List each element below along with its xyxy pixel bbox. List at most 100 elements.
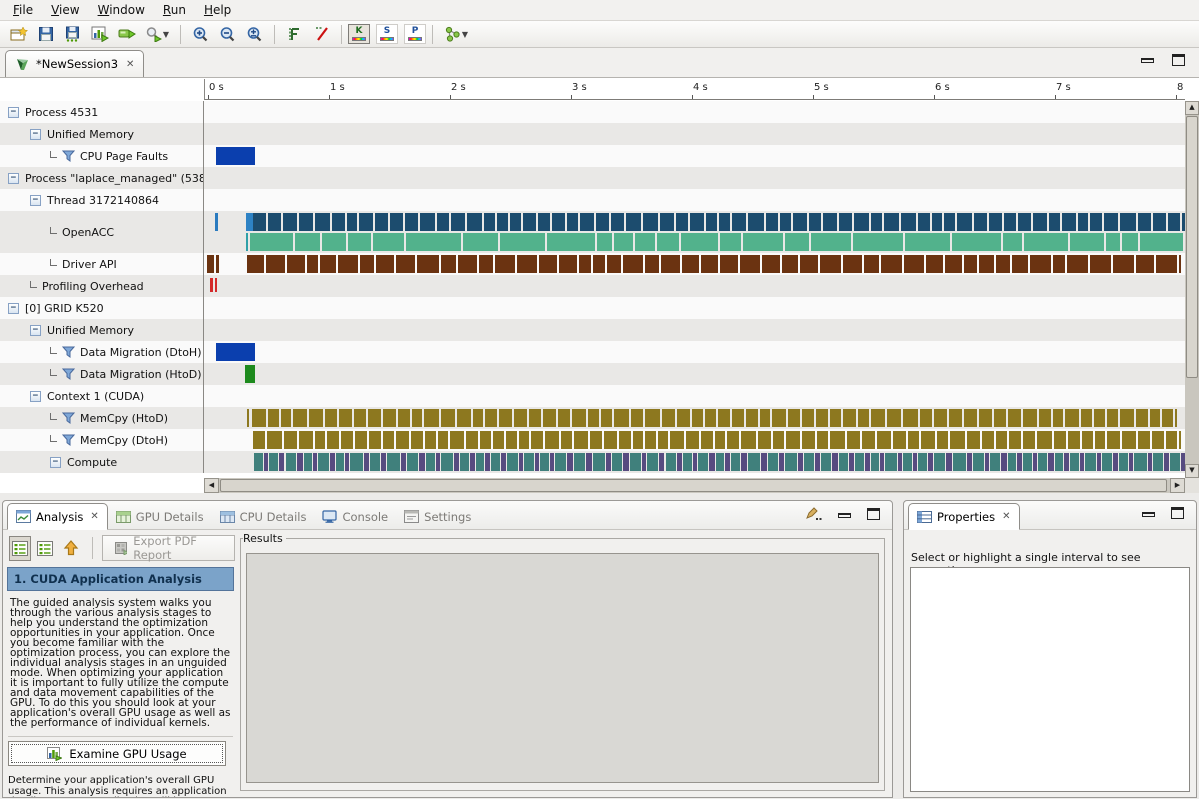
driver-api-interval[interactable] (307, 255, 318, 273)
save-all-button[interactable] (59, 22, 86, 46)
zoom-in-button[interactable] (187, 22, 214, 46)
compute-interval[interactable] (761, 453, 767, 471)
driver-api-interval[interactable] (396, 255, 416, 273)
compute-interval[interactable] (470, 453, 474, 471)
timeline-track-process-4531[interactable] (204, 101, 1185, 123)
openacc-interval[interactable] (1004, 213, 1016, 231)
memcpy-htod-interval[interactable] (816, 409, 828, 427)
memcpy-dtoh-interval[interactable] (701, 431, 713, 449)
openacc-interval[interactable] (720, 233, 741, 251)
menu-view[interactable]: View (42, 1, 88, 19)
compute-interval[interactable] (865, 453, 870, 471)
memcpy-htod-interval[interactable] (772, 409, 786, 427)
openacc-interval[interactable] (500, 233, 545, 251)
driver-api-interval[interactable] (996, 255, 1010, 273)
openacc-interval[interactable] (660, 213, 675, 231)
compute-interval[interactable] (804, 453, 814, 471)
compute-interval[interactable] (1023, 453, 1032, 471)
openacc-interval[interactable] (246, 233, 248, 251)
horizontal-scrollbar[interactable]: ◀ ▶ (204, 478, 1185, 493)
compute-interval[interactable] (716, 453, 724, 471)
tab-settings[interactable]: Settings (396, 504, 479, 529)
driver-api-interval[interactable] (1053, 255, 1066, 273)
compute-interval[interactable] (519, 453, 523, 471)
openacc-interval[interactable] (1070, 233, 1103, 251)
compute-interval[interactable] (540, 453, 549, 471)
memcpy-dtoh-interval[interactable] (383, 431, 393, 449)
openacc-interval[interactable] (420, 213, 435, 231)
compute-interval[interactable] (768, 453, 778, 471)
memcpy-htod-interval[interactable] (1081, 409, 1092, 427)
openacc-interval[interactable] (1049, 213, 1060, 231)
memcpy-dtoh-interval[interactable] (1122, 431, 1135, 449)
compute-interval[interactable] (1113, 453, 1118, 471)
compute-interval[interactable] (593, 453, 605, 471)
openacc-interval[interactable] (780, 213, 791, 231)
memcpy-dtoh-interval[interactable] (830, 431, 845, 449)
memcpy-dtoh-interval[interactable] (645, 431, 656, 449)
openacc-interval[interactable] (974, 213, 987, 231)
openacc-interval[interactable] (681, 233, 718, 251)
openacc-interval[interactable] (373, 233, 404, 251)
compute-interval[interactable] (880, 453, 884, 471)
compute-interval[interactable] (407, 453, 418, 471)
openacc-interval[interactable] (1140, 233, 1183, 251)
openacc-interval[interactable] (359, 213, 372, 231)
compute-interval[interactable] (269, 453, 278, 471)
collapse-toggle-icon[interactable]: − (8, 303, 19, 314)
compute-interval[interactable] (1097, 453, 1101, 471)
openacc-interval[interactable] (463, 233, 497, 251)
openacc-interval[interactable] (918, 213, 930, 231)
compute-interval[interactable] (1134, 453, 1147, 471)
timeline-row-label-unified-memory-gpu[interactable]: −Unified Memory (0, 319, 204, 341)
memcpy-htod-interval[interactable] (1094, 409, 1105, 427)
memcpy-htod-interval[interactable] (354, 409, 366, 427)
compute-interval[interactable] (501, 453, 506, 471)
memcpy-htod-interval[interactable] (1107, 409, 1118, 427)
compute-interval[interactable] (318, 453, 329, 471)
session-tab[interactable]: *NewSession3 ✕ (5, 50, 144, 77)
compute-interval[interactable] (1164, 453, 1169, 471)
memcpy-htod-interval[interactable] (473, 409, 483, 427)
cpu-page-faults-interval[interactable] (216, 147, 255, 165)
compute-interval[interactable] (1070, 453, 1079, 471)
timeline-track-unified-memory-host[interactable] (204, 123, 1185, 145)
timeline-track-driver-api[interactable] (204, 253, 1185, 275)
driver-api-interval[interactable] (360, 255, 374, 273)
compute-interval[interactable] (350, 453, 363, 471)
compute-interval[interactable] (623, 453, 628, 471)
openacc-interval[interactable] (1138, 213, 1151, 231)
memcpy-htod-interval[interactable] (718, 409, 730, 427)
memcpy-htod-interval[interactable] (746, 409, 758, 427)
compute-interval[interactable] (454, 453, 460, 471)
driver-api-interval[interactable] (216, 255, 219, 273)
compute-interval[interactable] (698, 453, 708, 471)
memcpy-htod-interval[interactable] (368, 409, 381, 427)
memcpy-dtoh-interval[interactable] (817, 431, 829, 449)
openacc-interval[interactable] (597, 233, 612, 251)
scroll-up-icon[interactable]: ▲ (1185, 101, 1199, 115)
close-icon[interactable]: ✕ (90, 511, 98, 522)
timeline-track-thread-3172140864[interactable] (204, 189, 1185, 211)
driver-api-interval[interactable] (701, 255, 718, 273)
memcpy-dtoh-interval[interactable] (893, 431, 905, 449)
kernel-color-button[interactable]: K (348, 24, 370, 44)
compute-interval[interactable] (642, 453, 647, 471)
memcpy-dtoh-interval[interactable] (847, 431, 859, 449)
openacc-interval[interactable] (785, 233, 809, 251)
openacc-interval[interactable] (839, 213, 852, 231)
compute-interval[interactable] (913, 453, 917, 471)
memcpy-dtoh-interval[interactable] (921, 431, 935, 449)
driver-api-interval[interactable] (800, 255, 819, 273)
zoom-out-button[interactable] (214, 22, 241, 46)
compute-interval[interactable] (748, 453, 761, 471)
collapse-toggle-icon[interactable]: − (30, 325, 41, 336)
memcpy-dtoh-interval[interactable] (1009, 431, 1021, 449)
compute-interval[interactable] (731, 453, 740, 471)
compute-interval[interactable] (574, 453, 585, 471)
driver-api-interval[interactable] (1136, 255, 1154, 273)
memcpy-dtoh-interval[interactable] (670, 431, 684, 449)
timeline-track-unified-memory-gpu[interactable] (204, 319, 1185, 341)
timeline-track-openacc[interactable] (204, 211, 1185, 253)
memcpy-htod-interval[interactable] (424, 409, 439, 427)
